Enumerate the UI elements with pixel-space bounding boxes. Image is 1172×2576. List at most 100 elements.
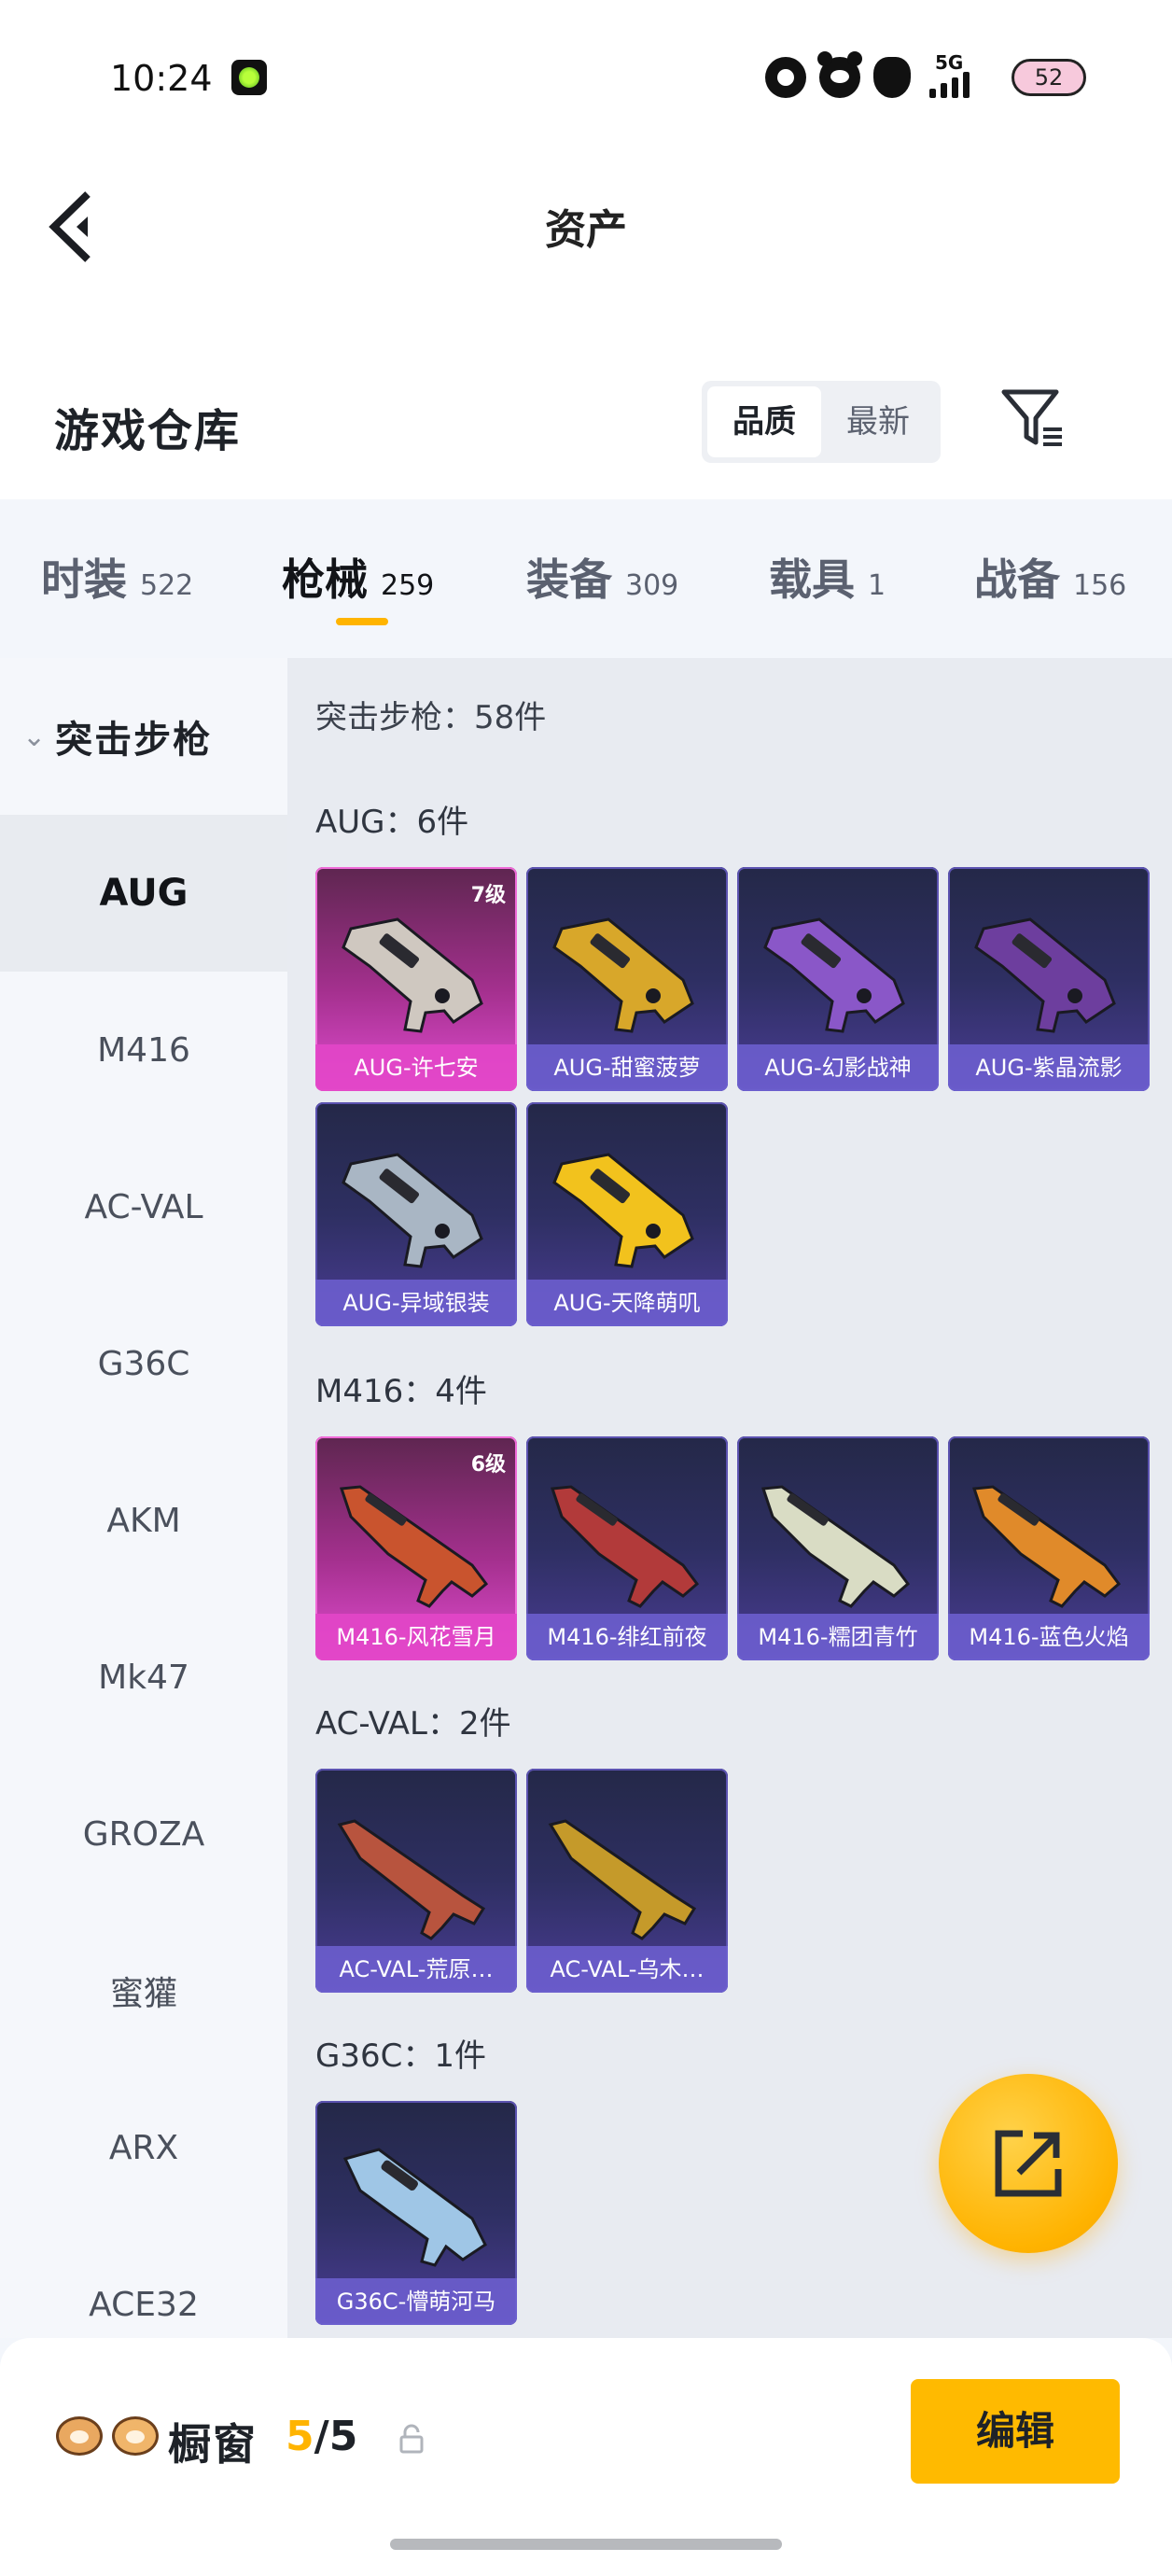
weapon-name: M416-糯团青竹 [737,1614,939,1660]
category-tabs: 时装 522 枪械 259 装备 309 载具 1 战备 156 [0,499,1172,658]
paw-icon [112,2416,159,2456]
weapon-card[interactable]: G36C-懵萌河马 [315,2101,517,2325]
weapon-name: AC-VAL-荒原… [315,1946,517,1993]
tab-firearms[interactable]: 枪械 259 [282,546,434,608]
sidebar-item-arx[interactable]: ARX [0,2069,287,2226]
sidebar-item-groza[interactable]: GROZA [0,1756,287,1912]
tab-label: 载具 [769,554,855,605]
active-tab-indicator [336,618,388,625]
showcase-current: 5 [286,2413,314,2460]
rifle-icon [972,1485,1121,1608]
section-label: AUG：6件 [315,804,469,841]
section-label: G36C：1件 [315,2037,486,2075]
weapon-name: AUG-紫晶流影 [948,1044,1150,1091]
sidebar-item-mk47[interactable]: Mk47 [0,1599,287,1756]
tier-badge: 6级 [470,1453,506,1477]
sidebar-item-g36c[interactable]: G36C [0,1285,287,1442]
signal-icon: 5G [924,51,998,100]
weapon-card[interactable]: AUG-紫晶流影 [948,867,1150,1091]
tab-label: 战备 [974,554,1060,605]
bear-face-icon [56,2416,103,2456]
showcase-label: 橱窗 [168,2419,258,2470]
rifle-icon [342,917,483,1033]
status-bar: 10:24 5G 52 [0,0,1172,140]
home-indicator[interactable] [390,2539,782,2550]
weapon-card[interactable]: AUG-天降萌叽 [526,1102,728,1326]
sort-latest-option[interactable]: 最新 [821,386,935,457]
category-total-label: 突击步枪：58件 [315,699,547,736]
tab-count: 1 [868,569,886,602]
rifle-icon [340,1485,488,1608]
sidebar-item-aug[interactable]: AUG [0,815,287,972]
filter-button[interactable] [1000,386,1066,452]
share-button[interactable] [939,2074,1118,2253]
weapon-card[interactable]: 7级 AUG-许七安 [315,867,517,1091]
share-icon [995,2130,1062,2197]
sort-quality-option[interactable]: 品质 [707,386,821,457]
tab-equipment[interactable]: 装备 309 [526,546,678,608]
rifle-icon [552,917,694,1033]
weapon-card[interactable]: M416-糯团青竹 [737,1436,939,1660]
rifle-icon [343,2148,487,2267]
sidebar-item-m416[interactable]: M416 [0,972,287,1128]
weapon-name: AUG-甜蜜菠萝 [526,1044,728,1091]
tab-count: 522 [140,569,194,602]
battery-icon: 52 [1012,59,1086,96]
weapon-card[interactable]: AUG-幻影战神 [737,867,939,1091]
showcase-count: 5/5 [286,2413,357,2460]
tab-count: 259 [381,569,435,602]
rifle-icon [342,1153,483,1268]
section-label: M416：4件 [315,1373,487,1410]
rifle-icon [338,1819,485,1940]
weapon-name: AUG-幻影战神 [737,1044,939,1091]
sidebar-item-honey-badger[interactable]: 蜜獾 [0,1912,287,2069]
weapon-card[interactable]: AUG-异域银装 [315,1102,517,1326]
weapon-sidebar: ⌄ 突击步枪 AUG M416 AC-VAL G36C AKM Mk47 GRO… [0,658,287,2338]
tab-fashion[interactable]: 时装 522 [41,546,193,608]
sidebar-item-ac-val[interactable]: AC-VAL [0,1128,287,1285]
weapon-card[interactable]: M416-绯红前夜 [526,1436,728,1660]
tab-label: 装备 [526,554,612,605]
rifle-icon [551,1485,699,1608]
lock-icon[interactable] [398,2424,426,2454]
sidebar-item-akm[interactable]: AKM [0,1442,287,1599]
weapon-name: M416-绯红前夜 [526,1614,728,1660]
warehouse-header: 游戏仓库 品质 最新 [0,355,1172,499]
weapon-card[interactable]: AC-VAL-荒原… [315,1769,517,1993]
status-icons: 5G 52 [765,51,1086,101]
weapon-card[interactable]: M416-蓝色火焰 [948,1436,1150,1660]
header: 资产 [0,140,1172,355]
sidebar-group-assault-rifles[interactable]: ⌄ 突击步枪 [0,658,287,815]
page-title: 资产 [545,206,627,254]
weapon-name: AUG-天降萌叽 [526,1280,728,1326]
paw-notification-icon [873,57,911,98]
showcase-bar: 橱窗 5/5 编辑 [0,2338,1172,2576]
weapon-name: M416-风花雪月 [315,1614,517,1660]
tier-badge: 7级 [470,884,506,907]
tab-label: 枪械 [282,554,368,605]
rifle-icon [761,1485,910,1608]
status-time: 10:24 [110,58,213,99]
tab-supplies[interactable]: 战备 156 [974,546,1126,608]
app-notification-icon [231,60,267,95]
rifle-icon [552,1153,694,1268]
bear-notification-icon [817,51,862,98]
rifle-icon [763,917,905,1033]
weapon-name: AUG-许七安 [315,1044,517,1091]
weapon-card[interactable]: AC-VAL-乌木… [526,1769,728,1993]
weapon-card[interactable]: 6级 M416-风花雪月 [315,1436,517,1660]
weapon-card[interactable]: AUG-甜蜜菠萝 [526,867,728,1091]
sort-toggle: 品质 最新 [702,381,941,463]
network-type: 5G [935,51,964,74]
showcase-total: /5 [314,2413,358,2460]
tab-label: 时装 [41,554,127,605]
warehouse-title: 游戏仓库 [54,405,242,457]
tab-vehicles[interactable]: 载具 1 [769,546,886,608]
weapon-name: M416-蓝色火焰 [948,1614,1150,1660]
tab-count: 156 [1073,569,1127,602]
rifle-icon [974,917,1116,1033]
weapon-name: AUG-异域银装 [315,1280,517,1326]
weapon-name: G36C-懵萌河马 [315,2278,517,2325]
edit-button[interactable]: 编辑 [911,2379,1120,2484]
tab-count: 309 [625,569,679,602]
